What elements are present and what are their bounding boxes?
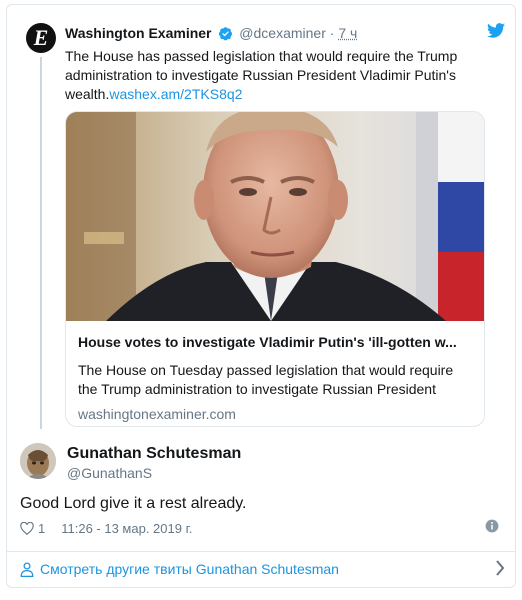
- embedded-tweet-card: E Washington Examiner @dcexaminer · 7 ч …: [6, 4, 516, 588]
- link-preview-card[interactable]: House votes to investigate Vladimir Puti…: [65, 111, 485, 427]
- quoted-author-name[interactable]: Washington Examiner: [65, 25, 212, 41]
- reply-author-avatar[interactable]: [20, 443, 56, 479]
- quoted-tweet-header: Washington Examiner @dcexaminer · 7 ч: [65, 25, 505, 45]
- quoted-tweet-link[interactable]: washex.am/2TKS8q2: [109, 86, 242, 102]
- link-preview-text: House votes to investigate Vladimir Puti…: [66, 333, 484, 422]
- link-preview-domain: washingtonexaminer.com: [78, 406, 236, 422]
- reply-author-name[interactable]: Gunathan Schutesman: [67, 445, 241, 463]
- logo-letter: E: [33, 25, 49, 50]
- washington-examiner-avatar[interactable]: E: [26, 23, 56, 53]
- link-preview-description: The House on Tuesday passed legislation …: [78, 362, 454, 397]
- reply-meta: 1 11:26 - 13 мар. 2019 г.: [20, 519, 192, 537]
- preview-photo: [66, 112, 484, 321]
- heart-icon[interactable]: [20, 521, 34, 535]
- like-count[interactable]: 1: [38, 521, 45, 536]
- quoted-tweet-time[interactable]: 7 ч: [338, 25, 357, 41]
- link-preview-title[interactable]: House votes to investigate Vladimir Puti…: [78, 333, 472, 351]
- chevron-right-icon[interactable]: [495, 559, 505, 577]
- more-tweets-link[interactable]: Смотреть другие твиты Gunathan Schutesma…: [20, 558, 500, 580]
- reply-tweet-text: Good Lord give it a rest already.: [20, 495, 247, 512]
- quoted-author-handle[interactable]: @dcexaminer: [239, 25, 326, 41]
- info-icon[interactable]: [485, 519, 499, 533]
- portrait-photo: [66, 112, 484, 321]
- person-icon: [20, 562, 34, 577]
- footer-divider: [7, 551, 515, 552]
- more-tweets-label: Смотреть другие твиты Gunathan Schutesma…: [40, 561, 339, 577]
- thread-line: [40, 57, 42, 429]
- avatar-image: [20, 443, 56, 479]
- quoted-tweet-text: The House has passed legislation that wo…: [65, 47, 485, 104]
- twitter-bird-icon[interactable]: [487, 23, 505, 38]
- verified-badge-icon: [219, 27, 233, 41]
- reply-author-handle[interactable]: @GunathanS: [67, 465, 152, 481]
- reply-timestamp[interactable]: 11:26 - 13 мар. 2019 г.: [61, 521, 192, 536]
